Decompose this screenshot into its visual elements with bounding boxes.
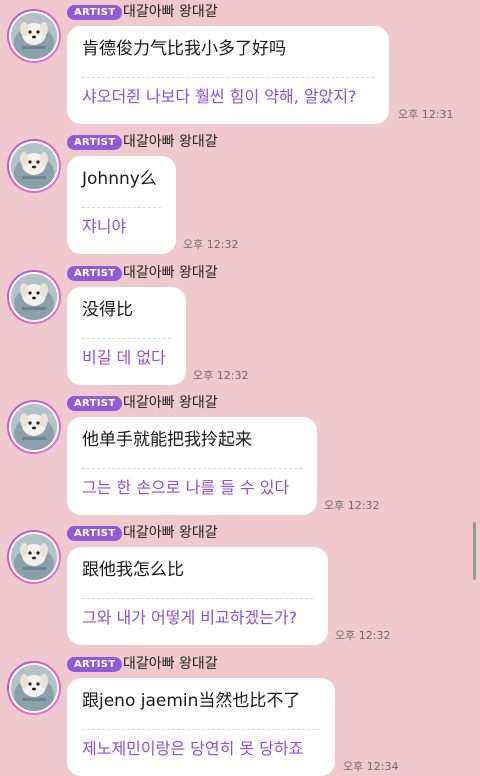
dog-avatar-icon — [11, 274, 57, 320]
sender-name: 대갈아빠 왕대갈 — [123, 265, 218, 281]
artist-badge: ARTIST — [67, 657, 123, 672]
timestamp: 오후 12:34 — [343, 760, 399, 773]
translation-text: 그는 한 손으로 나를 들 수 있다 — [82, 478, 290, 497]
translation-divider — [82, 77, 374, 78]
dog-avatar-icon — [11, 665, 57, 711]
scrollbar[interactable] — [473, 522, 476, 580]
avatar[interactable] — [7, 139, 61, 193]
timestamp: 오후 12:32 — [324, 499, 380, 512]
avatar[interactable] — [7, 270, 61, 324]
sender-name: 대갈아빠 왕대갈 — [123, 395, 218, 411]
artist-badge: ARTIST — [67, 5, 123, 20]
timestamp: 오후 12:32 — [183, 238, 239, 251]
sender-name: 대갈아빠 왕대갈 — [123, 525, 218, 541]
original-text: 他单手就能把我拎起来 — [82, 430, 252, 450]
artist-badge: ARTIST — [67, 526, 123, 541]
avatar[interactable] — [7, 400, 61, 454]
translation-divider — [82, 207, 161, 208]
original-text: 没得比 — [82, 300, 133, 320]
translation-text: 제노제민이랑은 당연히 못 당하죠 — [82, 739, 304, 758]
translation-divider — [82, 468, 302, 469]
message-bubble[interactable]: 没得比 비길 데 없다 — [67, 287, 186, 385]
translation-divider — [82, 338, 171, 339]
dog-avatar-icon — [11, 404, 57, 450]
dog-avatar-icon — [11, 13, 57, 59]
artist-badge: ARTIST — [67, 266, 123, 281]
sender-name: 대갈아빠 왕대갈 — [123, 656, 218, 672]
avatar[interactable] — [7, 9, 61, 63]
translation-divider — [82, 729, 320, 730]
message-bubble[interactable]: Johnny么 쟈니야 — [67, 156, 176, 254]
avatar[interactable] — [7, 530, 61, 584]
message-bubble[interactable]: 他单手就能把我拎起来 그는 한 손으로 나를 들 수 있다 — [67, 417, 317, 515]
message-bubble[interactable]: 跟他我怎么比 그와 내가 어떻게 비교하겠는가? — [67, 547, 328, 645]
avatar[interactable] — [7, 661, 61, 715]
sender-name: 대갈아빠 왕대갈 — [123, 4, 218, 20]
message-bubble[interactable]: 跟jeno jaemin当然也比不了 제노제민이랑은 당연히 못 당하죠 — [67, 678, 335, 776]
translation-text: 샤오더쥔 나보다 훨씬 힘이 약해, 알았지? — [82, 87, 357, 106]
translation-divider — [82, 598, 313, 599]
artist-badge: ARTIST — [67, 135, 123, 150]
sender-name: 대갈아빠 왕대갈 — [123, 134, 218, 150]
dog-avatar-icon — [11, 143, 57, 189]
original-text: 跟jeno jaemin当然也比不了 — [82, 691, 301, 711]
timestamp: 오후 12:32 — [193, 369, 249, 382]
translation-text: 그와 내가 어떻게 비교하겠는가? — [82, 608, 298, 627]
artist-badge: ARTIST — [67, 396, 123, 411]
original-text: 跟他我怎么比 — [82, 560, 184, 580]
translation-text: 비길 데 없다 — [82, 348, 166, 367]
translation-text: 쟈니야 — [82, 217, 127, 236]
dog-avatar-icon — [11, 534, 57, 580]
original-text: Johnny么 — [82, 169, 157, 189]
timestamp: 오후 12:32 — [335, 629, 391, 642]
timestamp: 오후 12:31 — [398, 108, 454, 121]
original-text: 肯德俊力气比我小多了好吗 — [82, 39, 286, 59]
message-bubble[interactable]: 肯德俊力气比我小多了好吗 샤오더쥔 나보다 훨씬 힘이 약해, 알았지? — [67, 26, 389, 124]
